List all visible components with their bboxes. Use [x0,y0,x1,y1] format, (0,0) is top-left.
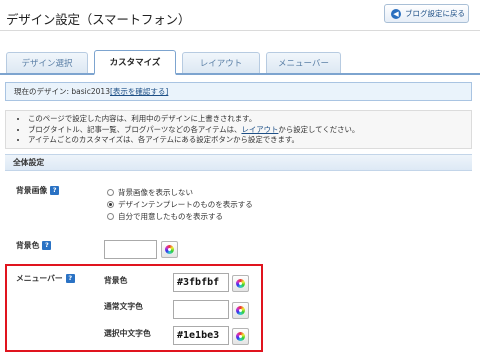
bg-color-label: 背景色 ? [16,240,52,251]
menubar-label: メニューバー ? [16,273,75,284]
menubar-selected-text-color-label: 選択中文字色 [104,329,151,338]
note-item: ブログタイトル、記事一覧、ブログパーツなどの各アイテムは、レイアウトから設定して… [28,125,471,136]
menubar-selected-text-color-input[interactable]: #1e1be3 [173,326,229,345]
help-icon[interactable]: ? [50,186,60,195]
bg-image-option-template[interactable]: デザインテンプレートのものを表示する [107,199,253,210]
bg-image-option-none[interactable]: 背景画像を表示しない [107,187,193,198]
view-design-link[interactable]: [表示を確認する] [110,86,168,97]
back-button-label: ブログ設定に戻る [405,9,465,18]
radio-button[interactable] [107,201,114,208]
color-wheel-icon [236,279,245,288]
menubar-text-color-picker-button[interactable] [232,302,249,319]
section-title: 全体設定 [5,154,472,171]
tab-customize[interactable]: カスタマイズ [94,50,176,75]
bg-image-option-custom[interactable]: 自分で用意したものを表示する [107,211,223,222]
tab-layout[interactable]: レイアウト [182,52,260,73]
notes-box: このページで設定した内容は、利用中のデザインに上書きされます。 ブログタイトル、… [5,110,472,149]
menubar-text-color-input[interactable] [173,300,229,319]
tab-label: カスタマイズ [109,58,161,68]
color-wheel-icon [236,332,245,341]
menubar-selected-text-color-picker-button[interactable] [232,328,249,345]
arrow-left-icon: ◀ [391,8,401,19]
help-icon[interactable]: ? [65,274,75,283]
bg-color-input[interactable] [104,240,157,259]
bg-image-label: 背景画像 ? [16,185,60,196]
layout-link[interactable]: レイアウト [241,125,278,134]
color-wheel-icon [165,245,174,254]
tab-menubar[interactable]: メニューバー [266,52,341,73]
menubar-bg-color-label: 背景色 [104,276,128,285]
menubar-bg-color-input[interactable]: #3fbfbf [173,273,229,292]
title-divider [0,30,480,31]
note-item: このページで設定した内容は、利用中のデザインに上書きされます。 [28,114,471,125]
tab-design-select[interactable]: デザイン選択 [6,52,88,73]
menubar-bg-color-picker-button[interactable] [232,275,249,292]
current-design-bar: 現在のデザイン: basic2013 [表示を確認する] [5,82,472,101]
back-to-blog-settings-button[interactable]: ◀ ブログ設定に戻る [384,4,469,23]
radio-button[interactable] [107,189,114,196]
tab-label: デザイン選択 [21,59,73,69]
menubar-text-color-label: 通常文字色 [104,302,143,311]
bg-color-picker-button[interactable] [161,241,178,258]
help-icon[interactable]: ? [42,241,52,250]
tab-bar-line [0,73,480,75]
current-design-text: 現在のデザイン: basic2013 [14,87,110,96]
tab-label: メニューバー [278,59,329,69]
tab-label: レイアウト [199,59,243,69]
note-item: アイテムごとのカスタマイズは、各アイテムにある設定ボタンから設定できます。 [28,135,471,146]
color-wheel-icon [236,306,245,315]
page-title: デザイン設定（スマートフォン） [6,12,191,27]
radio-button[interactable] [107,213,114,220]
